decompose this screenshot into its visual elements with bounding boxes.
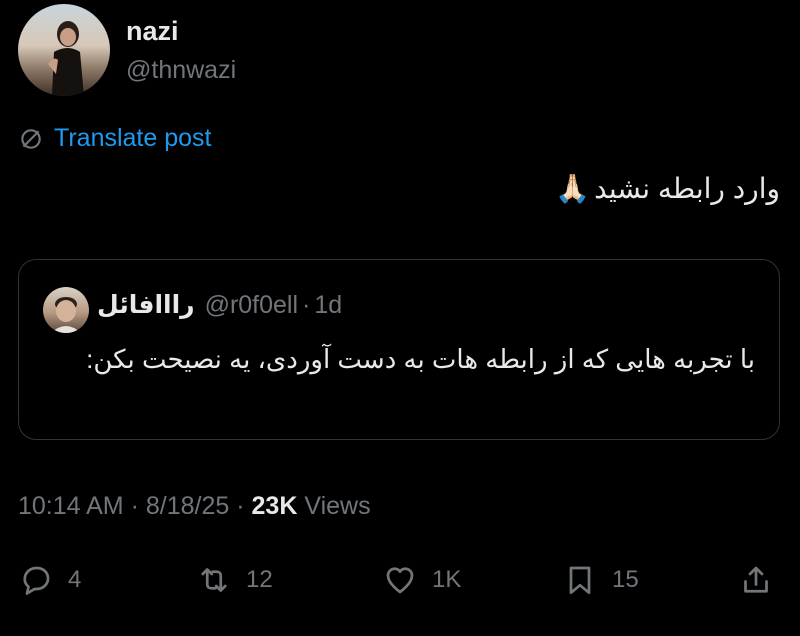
bookmark-count: 15 (612, 566, 639, 593)
views-count[interactable]: 23K (252, 492, 298, 520)
post-text: وارد رابطه نشید 🙏🏻 (555, 172, 780, 205)
translate-post-link[interactable]: Translate post (18, 124, 211, 153)
reply-icon (23, 566, 50, 595)
pray-emoji-icon: 🙏🏻 (555, 173, 591, 204)
translate-post-label: Translate post (54, 124, 212, 152)
quoted-author-avatar (43, 287, 89, 333)
quoted-post-text: با تجربه هایی که از رابطه هات به دست آور… (86, 344, 755, 374)
bookmark-icon (569, 566, 591, 595)
quoted-separator: · (302, 291, 311, 319)
repost-icon (201, 568, 227, 592)
timestamp-separator: · (130, 492, 139, 520)
author-avatar[interactable] (18, 4, 110, 96)
quoted-author-handle: @r0f0ell (204, 291, 299, 319)
quoted-post-card[interactable]: رااافائل @r0f0ell · 1d با تجربه هایی که … (18, 259, 780, 440)
share-icon (744, 566, 768, 593)
quoted-author-name: رااافائل (97, 291, 195, 319)
heart-icon (386, 567, 414, 594)
quoted-post-header: رااافائل @r0f0ell · 1d (97, 290, 342, 320)
author-handle[interactable]: @thnwazi (126, 56, 236, 85)
post-timestamp: 10:14 AM · 8/18/25 · 23K Views (18, 492, 371, 521)
post-date[interactable]: 8/18/25 (146, 492, 229, 520)
quoted-post-age: 1d (314, 291, 343, 319)
like-count: 1K (432, 566, 462, 593)
bookmark-button[interactable]: 15 (562, 558, 639, 602)
timestamp-separator: · (236, 492, 245, 520)
translate-icon (21, 128, 41, 149)
repost-button[interactable]: 12 (196, 558, 273, 602)
reply-button[interactable]: 4 (18, 558, 81, 602)
post-text-body: وارد رابطه نشید (594, 173, 780, 204)
post-time[interactable]: 10:14 AM (18, 492, 124, 520)
repost-count: 12 (246, 566, 273, 593)
avatar-photo (48, 21, 84, 96)
share-button[interactable] (738, 558, 774, 602)
views-label: Views (304, 492, 371, 520)
like-button[interactable]: 1K (382, 558, 461, 602)
quoted-avatar-photo (51, 297, 81, 333)
author-display-name[interactable]: nazi (126, 16, 179, 47)
reply-count: 4 (68, 566, 82, 593)
post-action-bar: 4 12 1K 15 (0, 558, 800, 602)
